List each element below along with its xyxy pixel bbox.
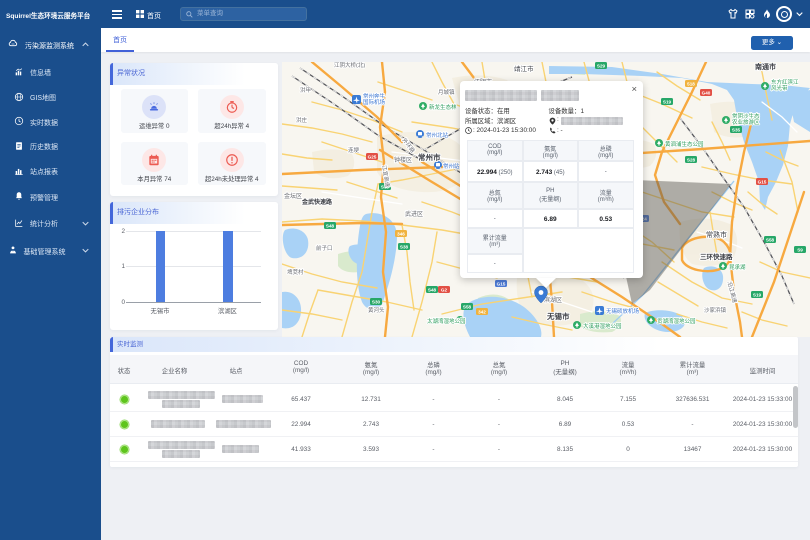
svg-text:常阴沙生态: 常阴沙生态 [732,112,760,120]
svg-text:S9: S9 [797,248,803,253]
svg-text:新龙生态林: 新龙生态林 [429,103,457,111]
svg-text:武进区: 武进区 [405,210,423,218]
svg-text:常州站: 常州站 [443,162,460,170]
svg-text:大溪港湿地公园: 大溪港湿地公园 [583,322,622,330]
svg-text:G2: G2 [441,288,448,293]
svg-text:沿江高速: 沿江高速 [726,281,740,305]
svg-text:昆承湖: 昆承湖 [729,263,746,271]
svg-text:金坛区: 金坛区 [284,192,302,200]
svg-text:无锡市: 无锡市 [546,311,570,321]
svg-text:南通市: 南通市 [755,62,776,71]
svg-text:S58: S58 [463,305,472,310]
svg-text:S28: S28 [687,158,696,163]
svg-text:无锡硕放机场: 无锡硕放机场 [606,307,640,315]
svg-text:国际机场: 国际机场 [363,98,386,106]
svg-text:S48: S48 [326,224,335,229]
svg-text:埤茭村: 埤茭村 [287,268,304,276]
svg-text:常熟市: 常熟市 [706,230,727,239]
svg-text:S19: S19 [663,100,672,105]
svg-text:S19: S19 [753,293,762,298]
svg-text:G15: G15 [758,180,767,185]
svg-text:342: 342 [478,310,486,315]
svg-text:518: 518 [687,82,695,87]
svg-text:沙家浜镇: 沙家浜镇 [704,306,727,314]
svg-text:太湖湾湿地公园: 太湖湾湿地公园 [427,317,466,325]
svg-text:S48: S48 [428,288,437,293]
svg-text:S38: S38 [400,245,409,250]
svg-text:S35: S35 [732,128,741,133]
svg-text:连埂: 连埂 [348,146,360,154]
svg-text:风光带: 风光带 [771,84,788,92]
svg-text:黄河头: 黄河头 [368,306,385,314]
svg-text:黄泗浦生态公园: 黄泗浦生态公园 [665,140,704,148]
svg-text:洪甲: 洪甲 [300,86,311,94]
svg-text:346: 346 [397,232,405,237]
svg-text:S30: S30 [372,300,381,305]
svg-text:贡湖湾湿地公园: 贡湖湾湿地公园 [657,317,696,325]
svg-text:农业旅游区: 农业旅游区 [732,118,760,126]
svg-text:常州北站: 常州北站 [426,131,449,139]
svg-text:G40: G40 [702,91,711,96]
svg-text:常州市: 常州市 [418,152,441,162]
svg-text:洪庄: 洪庄 [296,116,308,124]
svg-text:江阴大桥(北): 江阴大桥(北) [334,62,365,69]
svg-text:月城镇: 月城镇 [438,88,455,96]
svg-text:东方红滨江: 东方红滨江 [771,78,799,86]
svg-text:滨湖区: 滨湖区 [544,296,562,304]
svg-text:G15: G15 [497,282,506,287]
svg-text:靖江市: 靖江市 [514,64,534,73]
svg-text:S29: S29 [597,64,606,69]
svg-text:S58: S58 [766,238,775,243]
svg-text:三环快速路: 三环快速路 [700,252,733,261]
svg-text:常州奔牛: 常州奔牛 [363,92,386,100]
svg-text:金武快速路: 金武快速路 [301,198,333,206]
svg-text:前子口: 前子口 [316,244,333,252]
svg-text:G25: G25 [368,155,377,160]
svg-text:钟楼区: 钟楼区 [394,156,412,164]
